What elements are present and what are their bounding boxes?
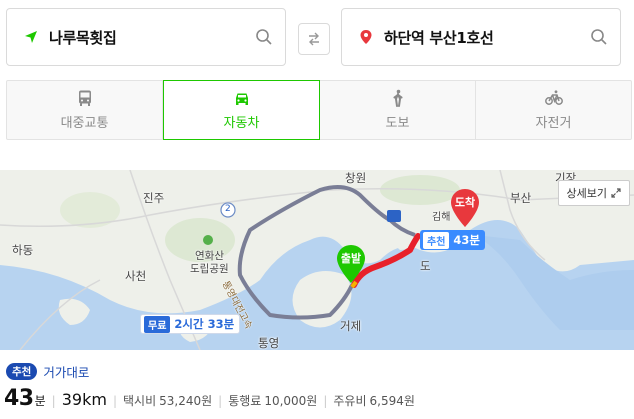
alt-route-badge[interactable]: 무료 2시간 33분 [140, 314, 241, 334]
distance-value: 39km [61, 390, 107, 409]
route-stats: 43 분 | 39km | 택시비 53,240원 | 통행료 10,000원 … [4, 386, 415, 411]
taxi-fare-label: 택시비 [122, 394, 157, 408]
destination-input[interactable]: 하단역 부산1호선 [341, 8, 621, 66]
recommended-tag: 추천 [6, 363, 38, 380]
alt-route-tag: 무료 [144, 315, 171, 333]
bus-icon [78, 90, 91, 106]
route-name[interactable]: 거가대로 [43, 362, 89, 381]
location-pin-icon [358, 29, 374, 45]
divider: | [112, 394, 117, 408]
divider: | [51, 394, 56, 408]
map-label-route-2: 2 [225, 204, 231, 214]
toll-label: 통행료 [228, 394, 262, 408]
main-route-tag: 추천 [423, 231, 450, 249]
route-summary[interactable]: 추천 거가대로 43 분 | 39km | 택시비 53,240원 | 통행료 … [0, 350, 634, 419]
tab-bicycle[interactable]: 자전거 [476, 81, 631, 139]
navigation-arrow-icon [23, 29, 39, 45]
map-label-hadong: 하동 [12, 243, 34, 257]
search-icon[interactable] [590, 28, 608, 46]
map-label-yeonhwasan-park: 도립공원 [190, 263, 229, 275]
detail-view-label: 상세보기 [566, 187, 607, 200]
tab-label: 대중교통 [60, 116, 109, 131]
fuel-cost-value: 6,594원 [369, 394, 415, 408]
divider: | [323, 394, 328, 408]
tab-label: 자동차 [223, 116, 260, 131]
map-canvas [0, 170, 634, 350]
recommended-route-row: 추천 거가대로 [6, 362, 89, 381]
map-label-changwon: 창원 [345, 171, 367, 185]
tab-label: 도보 [385, 116, 410, 131]
route-map[interactable]: 창원 진주 하동 사천 부산 김해 거제 통영 연화산 도립공원 통영대전고속 … [0, 170, 634, 350]
walk-icon [393, 89, 402, 107]
bicycle-icon [544, 90, 563, 105]
map-label-jinju: 진주 [143, 191, 165, 205]
swap-icon [309, 32, 319, 46]
tab-label: 자전거 [535, 116, 572, 131]
car-icon [235, 93, 248, 105]
tab-walk[interactable]: 도보 [320, 81, 476, 139]
map-label-sacheon: 사천 [125, 269, 147, 283]
map-label-tongyeong: 통영 [258, 336, 280, 350]
main-route-time: 43분 [453, 233, 480, 247]
tab-car[interactable]: 자동차 [163, 80, 320, 140]
fuel-cost-label: 주유비 [333, 394, 367, 408]
destination-text: 하단역 부산1호선 [384, 28, 494, 47]
origin-input[interactable]: 나루목횟집 [6, 8, 286, 66]
origin-text: 나루목횟집 [49, 28, 117, 47]
toll-value: 10,000원 [264, 394, 318, 408]
alt-route-time: 2시간 33분 [174, 317, 235, 331]
destination-marker-label: 도착 [454, 196, 476, 209]
travel-time-value: 43 [4, 386, 34, 411]
detail-view-button[interactable]: 상세보기 [557, 180, 630, 206]
tab-public-transit[interactable]: 대중교통 [7, 81, 163, 139]
map-label-geoje: 거제 [340, 319, 362, 333]
destination-marker[interactable]: 도착 [450, 188, 480, 228]
origin-marker[interactable]: 출발 [336, 244, 366, 284]
search-icon[interactable] [255, 28, 273, 46]
map-label-gimhae: 김해 [432, 212, 451, 223]
taxi-fare-value: 53,240원 [159, 394, 213, 408]
map-label-do: 도 [420, 259, 431, 273]
swap-button[interactable] [298, 23, 330, 55]
origin-marker-label: 출발 [340, 252, 362, 265]
transport-mode-tabs: 대중교통 자동차 도보 자전거 [6, 80, 632, 140]
main-route-badge[interactable]: 추천 43분 [420, 230, 485, 250]
divider: | [218, 394, 223, 408]
expand-icon [611, 188, 621, 198]
travel-time-unit: 분 [34, 394, 46, 408]
map-label-busan: 부산 [510, 191, 532, 205]
